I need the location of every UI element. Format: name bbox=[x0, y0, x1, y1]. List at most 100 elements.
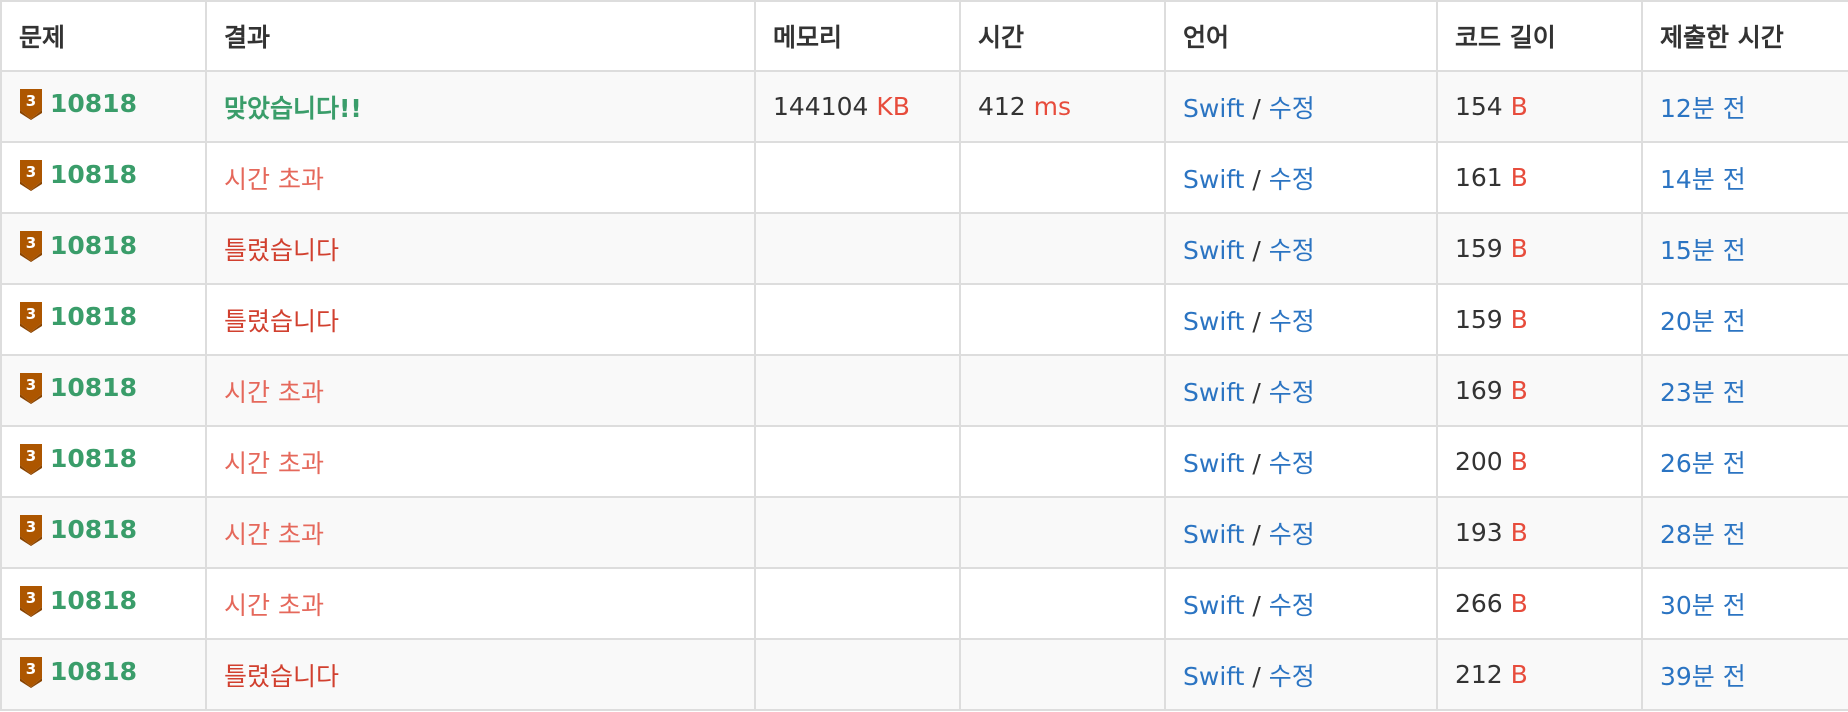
submitted-time-link[interactable]: 23분 전 bbox=[1660, 378, 1746, 407]
edit-link[interactable]: 수정 bbox=[1269, 236, 1315, 265]
code-length-unit: B bbox=[1510, 589, 1528, 618]
result-cell: 시간 초과 bbox=[205, 425, 756, 498]
problem-id[interactable]: 10818 bbox=[50, 657, 137, 686]
time-value: 412 bbox=[978, 92, 1026, 121]
memory-cell bbox=[754, 496, 961, 569]
language-cell: Swift / 수정 bbox=[1164, 496, 1438, 569]
submitted-time-cell: 26분 전 bbox=[1641, 425, 1848, 498]
result-text: 시간 초과 bbox=[224, 377, 324, 407]
problem-link[interactable]: 3 10818 bbox=[19, 656, 137, 688]
memory-cell bbox=[754, 425, 961, 498]
problem-id[interactable]: 10818 bbox=[50, 231, 137, 260]
edit-link[interactable]: 수정 bbox=[1269, 307, 1315, 336]
code-length-unit: B bbox=[1510, 376, 1528, 405]
submitted-time-link[interactable]: 28분 전 bbox=[1660, 520, 1746, 549]
problem-id[interactable]: 10818 bbox=[50, 373, 137, 402]
result-text: 시간 초과 bbox=[224, 519, 324, 549]
problem-id[interactable]: 10818 bbox=[50, 444, 137, 473]
problem-id[interactable]: 10818 bbox=[50, 302, 137, 331]
problem-cell: 3 10818 bbox=[0, 496, 207, 569]
problem-id[interactable]: 10818 bbox=[50, 160, 137, 189]
submitted-time-link[interactable]: 39분 전 bbox=[1660, 662, 1746, 691]
bronze-tier-3-icon[interactable]: 3 bbox=[19, 88, 43, 120]
language-link[interactable]: Swift bbox=[1183, 591, 1244, 620]
language-link[interactable]: Swift bbox=[1183, 236, 1244, 265]
edit-link[interactable]: 수정 bbox=[1269, 662, 1315, 691]
bronze-tier-3-icon[interactable]: 3 bbox=[19, 585, 43, 617]
submitted-time-link[interactable]: 12분 전 bbox=[1660, 94, 1746, 123]
language-link[interactable]: Swift bbox=[1183, 94, 1244, 123]
bronze-tier-3-icon[interactable]: 3 bbox=[19, 159, 43, 191]
time-cell bbox=[959, 567, 1166, 640]
code-length-value: 159 bbox=[1455, 234, 1503, 263]
edit-link[interactable]: 수정 bbox=[1269, 165, 1315, 194]
edit-link[interactable]: 수정 bbox=[1269, 449, 1315, 478]
edit-link[interactable]: 수정 bbox=[1269, 378, 1315, 407]
language-cell: Swift / 수정 bbox=[1164, 283, 1438, 356]
edit-link[interactable]: 수정 bbox=[1269, 94, 1315, 123]
submitted-time-link[interactable]: 20분 전 bbox=[1660, 307, 1746, 336]
submitted-time-cell: 20분 전 bbox=[1641, 283, 1848, 356]
submitted-time-link[interactable]: 14분 전 bbox=[1660, 165, 1746, 194]
problem-id[interactable]: 10818 bbox=[50, 515, 137, 544]
memory-cell bbox=[754, 141, 961, 214]
bronze-tier-3-icon[interactable]: 3 bbox=[19, 301, 43, 333]
language-link[interactable]: Swift bbox=[1183, 520, 1244, 549]
problem-id[interactable]: 10818 bbox=[50, 586, 137, 615]
memory-cell bbox=[754, 354, 961, 427]
tier-number: 3 bbox=[26, 518, 36, 536]
problem-cell: 3 10818 bbox=[0, 70, 207, 143]
bronze-tier-3-icon[interactable]: 3 bbox=[19, 514, 43, 546]
problem-cell: 3 10818 bbox=[0, 141, 207, 214]
code-length-value: 266 bbox=[1455, 589, 1503, 618]
problem-link[interactable]: 3 10818 bbox=[19, 514, 137, 546]
tier-number: 3 bbox=[26, 305, 36, 323]
table-row: 3 10818 시간 초과 Swift / 수정 266 B 30분 전 bbox=[0, 567, 1848, 640]
submitted-time-cell: 28분 전 bbox=[1641, 496, 1848, 569]
code-length-value: 212 bbox=[1455, 660, 1503, 689]
language-link[interactable]: Swift bbox=[1183, 165, 1244, 194]
submitted-time-link[interactable]: 26분 전 bbox=[1660, 449, 1746, 478]
language-link[interactable]: Swift bbox=[1183, 307, 1244, 336]
problem-link[interactable]: 3 10818 bbox=[19, 230, 137, 262]
problem-id[interactable]: 10818 bbox=[50, 89, 137, 118]
header-result: 결과 bbox=[205, 0, 756, 72]
code-length-value: 169 bbox=[1455, 376, 1503, 405]
language-cell: Swift / 수정 bbox=[1164, 425, 1438, 498]
problem-link[interactable]: 3 10818 bbox=[19, 585, 137, 617]
time-unit: ms bbox=[1033, 92, 1072, 121]
edit-link[interactable]: 수정 bbox=[1269, 591, 1315, 620]
language-link[interactable]: Swift bbox=[1183, 662, 1244, 691]
bronze-tier-3-icon[interactable]: 3 bbox=[19, 230, 43, 262]
result-cell: 시간 초과 bbox=[205, 354, 756, 427]
edit-link[interactable]: 수정 bbox=[1269, 520, 1315, 549]
problem-link[interactable]: 3 10818 bbox=[19, 88, 137, 120]
problem-link[interactable]: 3 10818 bbox=[19, 301, 137, 333]
memory-cell bbox=[754, 567, 961, 640]
time-cell bbox=[959, 638, 1166, 711]
code-length-unit: B bbox=[1510, 305, 1528, 334]
time-cell bbox=[959, 283, 1166, 356]
submitted-time-link[interactable]: 15분 전 bbox=[1660, 236, 1746, 265]
header-language: 언어 bbox=[1164, 0, 1438, 72]
submitted-time-link[interactable]: 30분 전 bbox=[1660, 591, 1746, 620]
separator: / bbox=[1252, 164, 1261, 194]
code-length-unit: B bbox=[1510, 163, 1528, 192]
problem-link[interactable]: 3 10818 bbox=[19, 159, 137, 191]
language-cell: Swift / 수정 bbox=[1164, 638, 1438, 711]
time-cell bbox=[959, 141, 1166, 214]
bronze-tier-3-icon[interactable]: 3 bbox=[19, 372, 43, 404]
problem-link[interactable]: 3 10818 bbox=[19, 443, 137, 475]
problem-link[interactable]: 3 10818 bbox=[19, 372, 137, 404]
bronze-tier-3-icon[interactable]: 3 bbox=[19, 656, 43, 688]
bronze-tier-3-icon[interactable]: 3 bbox=[19, 443, 43, 475]
result-text: 시간 초과 bbox=[224, 448, 324, 478]
language-link[interactable]: Swift bbox=[1183, 449, 1244, 478]
table-row: 3 10818 틀렸습니다 Swift / 수정 159 B 15분 전 bbox=[0, 212, 1848, 285]
result-text: 시간 초과 bbox=[224, 164, 324, 194]
result-cell: 시간 초과 bbox=[205, 567, 756, 640]
language-link[interactable]: Swift bbox=[1183, 378, 1244, 407]
submitted-time-cell: 12분 전 bbox=[1641, 70, 1848, 143]
header-problem: 문제 bbox=[0, 0, 207, 72]
separator: / bbox=[1252, 519, 1261, 549]
